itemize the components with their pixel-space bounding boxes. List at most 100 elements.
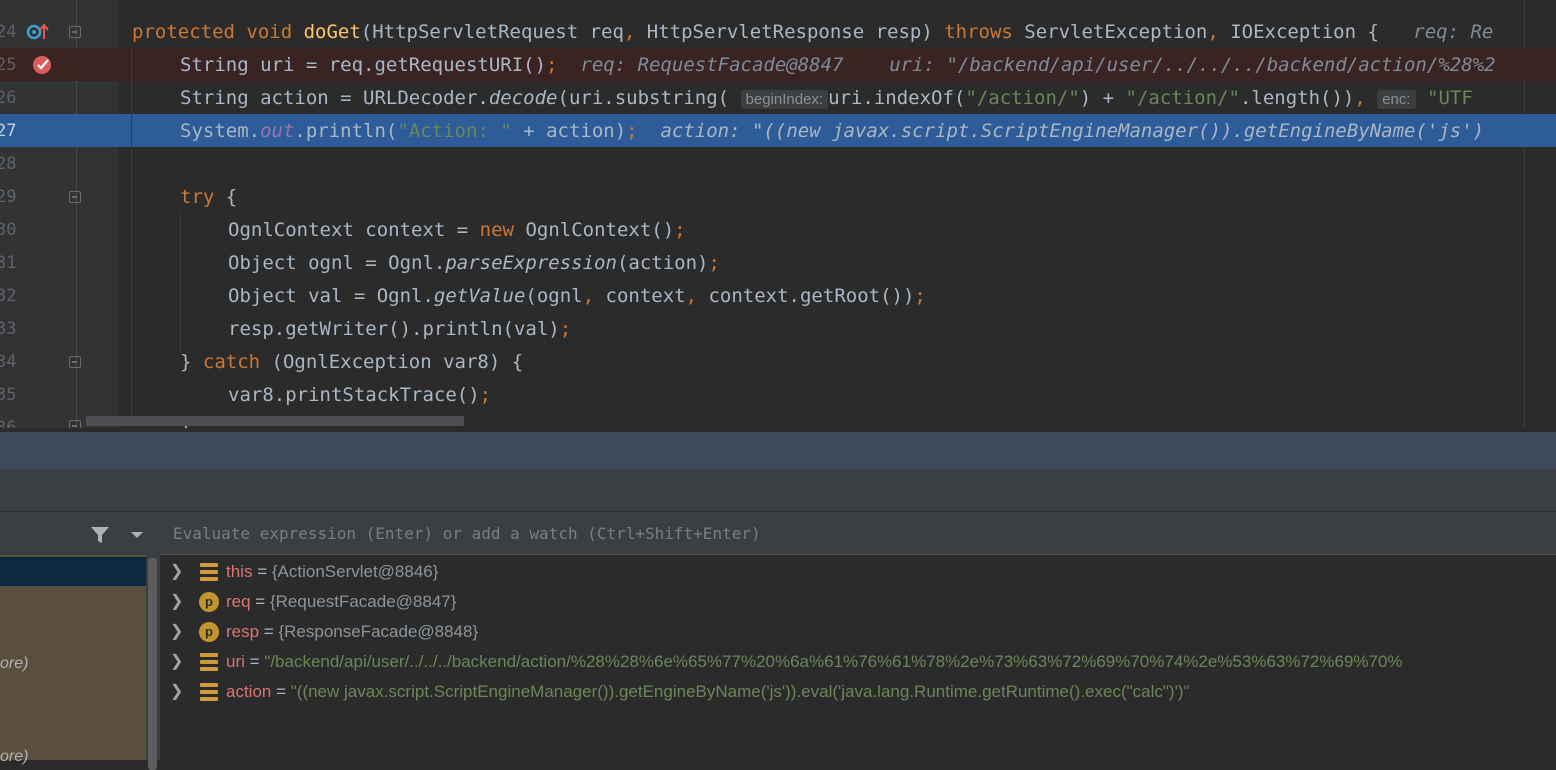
variable-value: "/backend/api/user/../../../backend/acti…: [264, 652, 1403, 671]
evaluate-expression-field[interactable]: Evaluate expression (Enter) or add a wat…: [160, 512, 1556, 555]
frames-toolbar: [0, 512, 160, 555]
frame-item[interactable]: ore): [0, 655, 28, 673]
code-text: try {: [180, 186, 237, 208]
code-token: OgnlContext(): [525, 219, 675, 241]
line-number[interactable]: 25: [0, 55, 16, 75]
code-token: }: [180, 351, 203, 373]
line-number[interactable]: 30: [0, 220, 16, 240]
line-number[interactable]: 33: [0, 319, 16, 339]
line-number[interactable]: 28: [0, 154, 16, 174]
code-line[interactable]: 30 OgnlContext context = new OgnlContext(…: [0, 213, 1556, 246]
code-token: throws: [944, 21, 1025, 43]
code-token: Object ognl = Ognl.: [228, 252, 446, 274]
parameter-icon: p: [199, 592, 219, 612]
code-editor[interactable]: 24 protected void doGet(HttpServletReques…: [0, 0, 1556, 428]
code-line[interactable]: 35 var8.printStackTrace();: [0, 378, 1556, 411]
variable-text: uri = "/backend/api/user/../../../backen…: [226, 652, 1403, 672]
code-token: String action = URLDecoder.: [180, 87, 489, 109]
variable-row[interactable]: ❯ uri = "/backend/api/user/../../../backe…: [160, 647, 1556, 677]
equals-sign: =: [244, 652, 265, 671]
chevron-right-icon[interactable]: ❯: [170, 621, 183, 641]
line-number[interactable]: 29: [0, 187, 16, 207]
line-number[interactable]: 35: [0, 385, 16, 405]
code-token: ServletException: [1024, 21, 1208, 43]
equals-sign: =: [250, 592, 270, 611]
frames-scrollbar-thumb[interactable]: [148, 558, 157, 770]
code-token: ,: [623, 21, 647, 43]
chevron-down-icon[interactable]: [130, 530, 144, 540]
code-line[interactable]: 32 Object val = Ognl.getValue(ognl, conte…: [0, 279, 1556, 312]
code-token: OgnlContext context =: [228, 219, 480, 241]
code-token: "/action/": [965, 87, 1080, 109]
frame-item[interactable]: ore): [0, 748, 28, 766]
chevron-right-icon[interactable]: ❯: [170, 681, 183, 701]
parameter-icon: p: [199, 622, 219, 642]
code-token: System.: [180, 120, 261, 142]
code-token: resp.getWriter().println(val): [228, 318, 560, 340]
code-token: ,: [582, 285, 606, 307]
variable-row[interactable]: ❯ this = {ActionServlet@8846}: [160, 557, 1556, 587]
method-override-icon[interactable]: [26, 21, 50, 43]
code-token: (HttpServletRequest req: [360, 21, 624, 43]
variable-row[interactable]: ❯ p resp = {ResponseFacade@8848}: [160, 617, 1556, 647]
line-number[interactable]: 24: [0, 22, 16, 42]
code-token: ;: [626, 120, 638, 142]
fold-marker-icon[interactable]: [69, 420, 81, 428]
variable-value: {ResponseFacade@8848}: [278, 622, 479, 641]
line-number[interactable]: 36: [0, 418, 16, 428]
variable-row[interactable]: ❯ action = "((new javax.script.ScriptEngi…: [160, 677, 1556, 707]
variable-name: resp: [226, 622, 260, 641]
indent-guide: [131, 48, 132, 428]
chevron-right-icon[interactable]: ❯: [170, 561, 183, 581]
variable-row[interactable]: ❯ p req = {RequestFacade@8847}: [160, 587, 1556, 617]
code-line[interactable]: 28: [0, 147, 1556, 180]
code-token: IOException {: [1230, 21, 1414, 43]
debug-tool-window-header: [0, 432, 1556, 469]
line-number[interactable]: 31: [0, 253, 16, 273]
code-token: Object val = Ognl.: [228, 285, 434, 307]
code-token: decode: [488, 87, 558, 109]
breakpoint-icon[interactable]: [32, 53, 54, 75]
code-token: new: [479, 219, 526, 241]
code-token: ,: [1207, 21, 1231, 43]
code-token: doGet: [303, 21, 361, 43]
code-token: context.getRoot()): [708, 285, 915, 307]
code-line[interactable]: 34 } catch (OgnlException var8) {: [0, 345, 1556, 378]
inline-debug-value: req: RequestFacade@8847 uri: "/backend/a…: [580, 54, 1496, 76]
code-token: HttpServletResponse resp): [646, 21, 945, 43]
fold-marker-icon[interactable]: [69, 26, 81, 38]
code-line[interactable]: 24 protected void doGet(HttpServletReques…: [0, 15, 1556, 48]
code-text: System.out.println("Action: " + action);…: [180, 120, 1484, 142]
code-text: String uri = req.getRequestURI(); req: R…: [180, 54, 1496, 76]
line-number[interactable]: 26: [0, 88, 16, 108]
code-token: protected void: [132, 21, 304, 43]
fold-marker-icon[interactable]: [69, 191, 81, 203]
equals-sign: =: [271, 682, 291, 701]
code-line[interactable]: 27 System.out.println("Action: " + action…: [0, 114, 1556, 147]
code-token: try: [180, 186, 226, 208]
code-line[interactable]: 33 resp.getWriter().println(val);: [0, 312, 1556, 345]
variable-value: {RequestFacade@8847}: [269, 592, 457, 611]
frame-selected[interactable]: [0, 557, 146, 586]
line-number[interactable]: 34: [0, 352, 16, 372]
filter-icon[interactable]: [90, 525, 110, 545]
code-line[interactable]: 26 String action = URLDecoder.decode(uri.…: [0, 81, 1556, 114]
field-icon: [199, 652, 219, 672]
code-line[interactable]: 31 Object ognl = Ognl.parseExpression(act…: [0, 246, 1556, 279]
fold-marker-icon[interactable]: [69, 356, 81, 368]
line-number[interactable]: 32: [0, 286, 16, 306]
code-line[interactable]: 29 try {: [0, 180, 1556, 213]
code-line[interactable]: 25 String uri = req.getRequestURI(); req:…: [0, 48, 1556, 81]
code-text: } catch (OgnlException var8) {: [180, 351, 523, 373]
code-token: ;: [546, 54, 558, 76]
chevron-right-icon[interactable]: ❯: [170, 591, 183, 611]
code-token: + action): [511, 120, 627, 142]
code-token: parseExpression: [445, 252, 617, 274]
chevron-right-icon[interactable]: ❯: [170, 651, 183, 671]
line-number[interactable]: 27: [0, 121, 16, 141]
code-token: ,: [1354, 87, 1378, 109]
variable-text: req = {RequestFacade@8847}: [226, 592, 456, 612]
horizontal-scrollbar[interactable]: [86, 416, 464, 426]
indent-guide: [180, 213, 181, 353]
